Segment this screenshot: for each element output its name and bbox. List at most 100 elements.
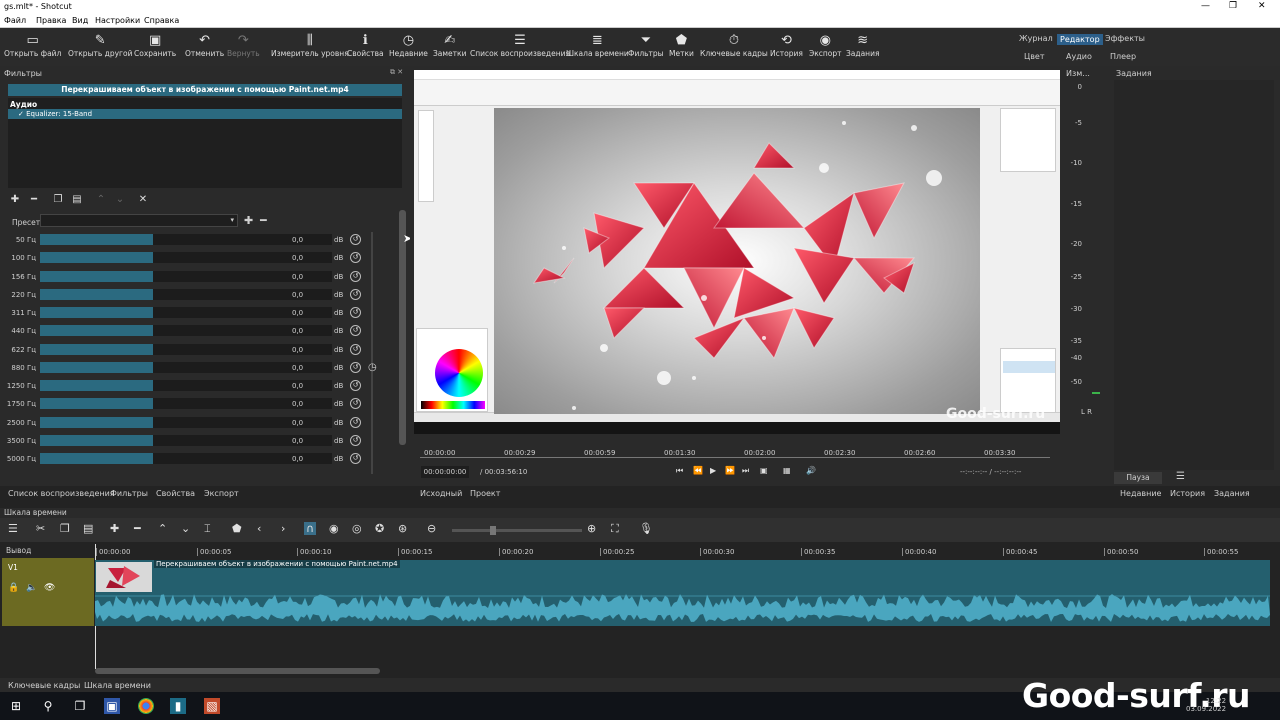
copy-filter-button[interactable]: ❐ xyxy=(51,193,65,206)
menu-icon[interactable]: ☰ xyxy=(8,522,18,535)
reset-icon[interactable]: ↺ xyxy=(350,380,361,391)
windows-start-icon[interactable]: ⊞ xyxy=(8,698,24,714)
zoom-fit-icon[interactable]: ⛶ xyxy=(611,522,619,536)
reset-icon[interactable]: ↺ xyxy=(350,434,361,446)
eq-band-value[interactable]: 0,0 xyxy=(292,254,303,262)
filters-scrollbar[interactable] xyxy=(399,210,406,445)
task-view-icon[interactable]: ❐ xyxy=(72,698,88,714)
eq-band-value[interactable]: 0,0 xyxy=(292,364,303,372)
tab-2[interactable]: Задания xyxy=(1214,489,1250,498)
track-header-v1[interactable]: V1 🔒 🔈 👁 xyxy=(2,558,94,626)
remove-filter-button[interactable]: ━ xyxy=(27,193,41,206)
reset-icon[interactable]: ↺ xyxy=(350,398,361,410)
menu-settings[interactable]: Настройки xyxy=(95,16,140,25)
reset-icon[interactable]: ↺ xyxy=(350,416,361,428)
menu-help[interactable]: Справка xyxy=(144,16,179,25)
eq-band-value[interactable]: 0,0 xyxy=(292,273,303,281)
eq-band-value[interactable]: 0,0 xyxy=(292,327,303,335)
volume-icon[interactable]: 🔊 xyxy=(806,466,816,475)
search-icon[interactable]: ⚲ xyxy=(40,698,56,714)
toolbar-button-notes[interactable]: ✍ Заметки xyxy=(433,32,466,58)
reset-icon[interactable]: ↺ xyxy=(350,453,361,464)
layout-row2-0[interactable]: Цвет xyxy=(1024,52,1045,61)
tab-0[interactable]: Исходный xyxy=(420,489,462,498)
menu-edit[interactable]: Правка xyxy=(36,16,66,25)
eq-band-slider[interactable] xyxy=(40,398,332,410)
tab-0[interactable]: Список воспроизведения xyxy=(8,489,115,498)
menu-file[interactable]: Файл xyxy=(4,16,26,25)
scrub-icon[interactable]: ◉ xyxy=(329,522,339,535)
add-filter-button[interactable]: ✚ xyxy=(8,193,22,206)
eq-band-value[interactable]: 0,0 xyxy=(292,437,303,445)
current-timecode[interactable]: 00:00:00:00 xyxy=(421,466,469,478)
zoom-in-icon[interactable]: ⊕ xyxy=(587,522,596,535)
eq-band-value[interactable]: 0,0 xyxy=(292,400,303,408)
tab-1[interactable]: Шкала времени xyxy=(84,681,151,690)
filter-item-equalizer[interactable]: ✓ Equalizer: 15-Band xyxy=(8,109,402,119)
next-marker-icon[interactable]: › xyxy=(281,522,285,535)
ripple-all-icon[interactable]: ✪ xyxy=(375,522,384,535)
paste-icon[interactable]: ▤ xyxy=(83,522,93,535)
marker-icon[interactable]: ⬟ xyxy=(232,522,242,535)
tab-0[interactable]: Ключевые кадры xyxy=(8,681,80,690)
eq-band-value[interactable]: 0,0 xyxy=(292,382,303,390)
save-preset-button[interactable]: ✚ xyxy=(244,214,253,227)
eq-band-slider[interactable] xyxy=(40,270,332,282)
move-up-button[interactable]: ⌃ xyxy=(94,193,108,206)
layout-row2-1[interactable]: Аудио xyxy=(1066,52,1092,61)
eq-band-slider[interactable] xyxy=(40,416,332,428)
player-ruler[interactable]: 00:00:00 00:00:29 00:00:59 00:01:30 00:02:00… xyxy=(420,445,1050,461)
maximize-icon[interactable]: ❐ xyxy=(1229,1,1237,11)
mute-icon[interactable]: 🔈 xyxy=(26,583,37,593)
toolbar-button-keyframes[interactable]: ⏱ Ключевые кадры xyxy=(700,32,768,58)
toolbar-button-open-other[interactable]: ✎ Открыть другой xyxy=(68,32,132,58)
append-icon[interactable]: ✚ xyxy=(110,522,119,535)
eq-band-value[interactable]: 0,0 xyxy=(292,309,303,317)
reset-icon[interactable]: ↺ xyxy=(350,307,361,318)
layout-row1-0[interactable]: Журнал xyxy=(1019,34,1053,43)
reset-icon[interactable]: ↺ xyxy=(350,252,361,264)
timeline-ruler[interactable]: 00:00:00 00:00:05 00:00:10 00:00:15 00:00:20… xyxy=(95,544,1275,558)
paintnet-icon[interactable]: ▧ xyxy=(204,698,220,714)
eq-band-slider[interactable] xyxy=(40,325,332,337)
zoom-slider-handle[interactable] xyxy=(490,526,496,535)
toolbar-button-save[interactable]: ▣ Сохранить xyxy=(134,32,176,58)
copy-icon[interactable]: ❐ xyxy=(60,522,70,535)
tab-3[interactable]: Экспорт xyxy=(204,489,239,498)
toolbar-button-history[interactable]: ⟲ История xyxy=(770,32,803,58)
toolbar-button-playlist[interactable]: ☰ Список воспроизведения xyxy=(470,32,570,58)
float-icon[interactable]: ⧉ ✕ xyxy=(390,68,403,77)
eq-band-value[interactable]: 0,0 xyxy=(292,419,303,427)
cut-icon[interactable]: ✂ xyxy=(36,522,45,535)
eq-band-value[interactable]: 0,0 xyxy=(292,236,303,244)
toolbar-button-peak-meter[interactable]: ⫼ Измеритель уровня xyxy=(271,32,349,58)
skip-start-icon[interactable]: ⏮ xyxy=(676,466,683,476)
close-icon[interactable]: ✕ xyxy=(1258,1,1266,11)
preset-combo[interactable]: ▾ xyxy=(40,214,238,227)
prev-marker-icon[interactable]: ‹ xyxy=(257,522,261,535)
timeline-clip[interactable] xyxy=(95,560,1270,626)
timeline-scrollbar[interactable] xyxy=(95,668,380,674)
skip-end-icon[interactable]: ⏭ xyxy=(742,466,749,476)
toolbar-button-filters[interactable]: ⏷ Фильтры xyxy=(628,32,664,58)
eq-band-value[interactable]: 0,0 xyxy=(292,346,303,354)
toolbar-button-export[interactable]: ◉ Экспорт xyxy=(809,32,842,58)
app-icon[interactable]: ▣ xyxy=(104,698,120,714)
split-icon[interactable]: ⌶ xyxy=(204,522,211,536)
chrome-icon[interactable] xyxy=(138,698,154,714)
deselect-filter-button[interactable]: ✕ xyxy=(136,193,150,206)
fast-forward-icon[interactable]: ⏩ xyxy=(725,466,735,475)
reset-icon[interactable]: ↺ xyxy=(350,343,361,355)
reset-icon[interactable]: ↺ xyxy=(350,234,361,245)
paste-filter-button[interactable]: ▤ xyxy=(70,193,84,206)
keyframe-icon[interactable]: ◷ xyxy=(368,362,377,373)
eq-band-slider[interactable] xyxy=(40,380,332,391)
minimize-icon[interactable]: — xyxy=(1201,1,1210,11)
zoom-out-icon[interactable]: ⊖ xyxy=(427,522,436,535)
layout-row1-1[interactable]: Редактор xyxy=(1057,34,1103,45)
eq-band-slider[interactable] xyxy=(40,434,332,446)
eq-band-slider[interactable] xyxy=(40,361,332,373)
reset-icon[interactable]: ↺ xyxy=(350,288,361,300)
eq-band-slider[interactable] xyxy=(40,252,332,264)
reset-icon[interactable]: ↺ xyxy=(350,361,361,373)
